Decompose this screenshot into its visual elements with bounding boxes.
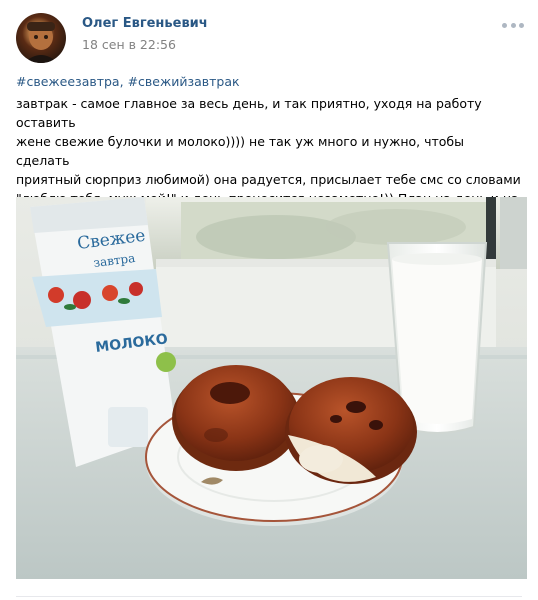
dot (502, 22, 507, 28)
avatar-image (24, 22, 58, 63)
hashtag-link[interactable]: #свежийзавтрак (128, 74, 240, 89)
dot (510, 22, 516, 28)
more-dots-icon[interactable] (502, 20, 524, 30)
bun-right (285, 377, 417, 484)
author-name[interactable]: Олег Евгеньевич (82, 16, 208, 31)
post-divider (16, 596, 522, 597)
hashtag-separator: , (119, 74, 128, 89)
author-avatar[interactable] (16, 13, 66, 63)
post-card: Олег Евгеньевич 18 сен в 22:56 #свежееза… (0, 0, 538, 600)
post-date[interactable]: 18 сен в 22:56 (82, 37, 176, 52)
post-photo[interactable]: Свежее завтра МОЛОКО (16, 197, 527, 579)
hashtags: #свежеезавтра, #свежийзавтрак (16, 74, 240, 89)
photo-image: Свежее завтра МОЛОКО (16, 197, 527, 579)
dot (519, 22, 524, 28)
hashtag-link[interactable]: #свежеезавтра (16, 74, 120, 89)
